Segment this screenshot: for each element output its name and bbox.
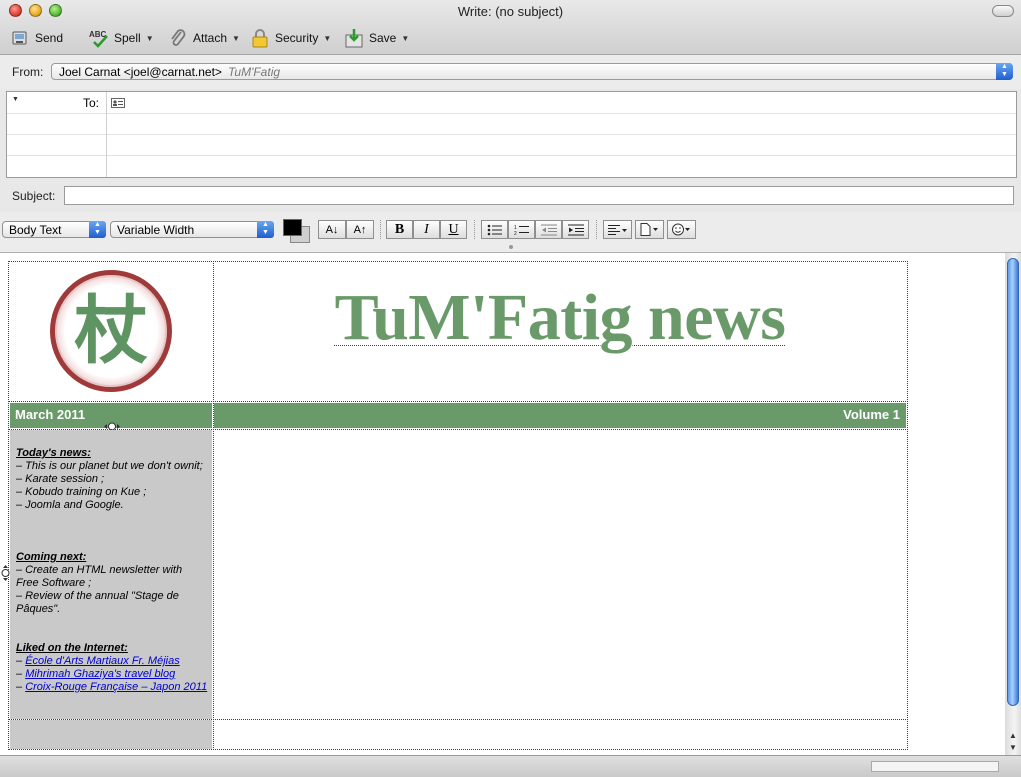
send-label: Send: [35, 31, 64, 45]
recipient-row[interactable]: [7, 113, 1016, 135]
liked-section: Liked on the Internet: – École d'Arts Ma…: [16, 642, 210, 694]
from-signature: TuM'Fatig: [227, 65, 281, 79]
news-item: – Joomla and Google.: [16, 499, 124, 511]
toolbar-toggle-button[interactable]: [992, 5, 1014, 17]
row-resize-handle[interactable]: [1, 565, 10, 581]
save-icon: [344, 28, 364, 48]
font-value: Variable Width: [117, 223, 195, 237]
window-title: Write: (no subject): [457, 4, 564, 19]
insert-document-icon: [640, 223, 658, 236]
column-resize-handle[interactable]: [103, 420, 121, 431]
font-select[interactable]: Variable Width ▲ ▼: [110, 221, 274, 238]
outdent-button[interactable]: [535, 220, 562, 239]
newsletter-title: TuM'Fatig news: [214, 280, 906, 356]
news-item: – This is our planet but we don't ownit;: [16, 460, 203, 472]
subject-input[interactable]: [64, 186, 1014, 205]
recipient-divider: [106, 92, 107, 177]
paragraph-style-select[interactable]: Body Text ▲ ▼: [2, 221, 106, 238]
todays-news-section: Today's news: – This is our planet but w…: [16, 447, 206, 512]
coming-next-heading: Coming next:: [16, 551, 87, 563]
bold-button[interactable]: B: [386, 220, 413, 239]
liked-heading: Liked on the Internet:: [16, 642, 128, 654]
text-color-button[interactable]: [283, 219, 302, 236]
spell-button[interactable]: ABC Spell ▼: [89, 27, 154, 49]
news-item: – Karate session ;: [16, 473, 105, 485]
numbered-list-icon: 12: [514, 225, 529, 236]
main-content-cell[interactable]: [213, 429, 908, 720]
underline-button[interactable]: U: [440, 220, 467, 239]
scroll-up-arrow-icon[interactable]: ▲: [1005, 730, 1021, 742]
address-book-icon[interactable]: [111, 97, 125, 111]
smaller-font-button[interactable]: A↓: [318, 220, 346, 239]
lock-icon: [250, 28, 270, 48]
toolbar-separator: [474, 220, 476, 239]
italic-button[interactable]: I: [413, 220, 440, 239]
volume-cell[interactable]: [213, 401, 908, 430]
subject-label: Subject:: [12, 189, 56, 203]
toolbar-separator: [596, 220, 598, 239]
svg-text:2: 2: [514, 231, 517, 236]
smiley-icon: [671, 223, 690, 236]
toolbar-resize-handle[interactable]: [509, 245, 513, 249]
footer-right-cell[interactable]: [213, 719, 908, 750]
scroll-down-arrow-icon[interactable]: ▼: [1005, 742, 1021, 754]
larger-font-button[interactable]: A↑: [346, 220, 374, 239]
spell-label: Spell: [114, 31, 141, 45]
select-arrows-icon: ▲ ▼: [996, 63, 1013, 80]
attach-label: Attach: [193, 31, 228, 45]
coming-item: – Review of the annual "Stage de Pâques"…: [16, 590, 179, 615]
dojo-logo-image: 杖: [50, 270, 172, 392]
indent-icon: [567, 224, 584, 235]
news-item: – Kobudo training on Kue ;: [16, 486, 147, 498]
security-button[interactable]: Security ▼: [250, 27, 331, 49]
liked-link[interactable]: Croix-Rouge Française – Japon 2011: [25, 681, 207, 693]
coming-item: – Create an HTML newsletter with Free So…: [16, 564, 183, 589]
attach-dropdown-icon: ▼: [232, 33, 240, 43]
paperclip-icon: [168, 28, 188, 48]
window-titlebar: Write: (no subject) Send ABC Spell ▼ Att…: [0, 0, 1021, 55]
logo-character: 杖: [74, 288, 148, 374]
from-identity-select[interactable]: Joel Carnat <joel@carnat.net> TuM'Fatig ▲…: [51, 63, 1013, 80]
bullet-list-icon: [487, 224, 502, 235]
bullet-list-button[interactable]: [481, 220, 508, 239]
todays-news-heading: Today's news:: [16, 447, 91, 459]
outdent-icon: [540, 224, 557, 235]
spell-dropdown-icon: ▼: [145, 33, 154, 43]
select-arrows-icon: ▲ ▼: [257, 221, 274, 238]
attach-button[interactable]: Attach ▼: [168, 27, 240, 49]
send-button[interactable]: Send: [10, 27, 63, 49]
security-dropdown-icon: ▼: [323, 33, 332, 43]
recipient-type-dropdown-icon[interactable]: ▼: [12, 96, 19, 103]
save-label: Save: [369, 31, 397, 45]
recipient-type-label[interactable]: To:: [83, 96, 99, 110]
recipient-row[interactable]: [7, 134, 1016, 156]
liked-link[interactable]: Mihrimah Ghaziya's travel blog: [25, 668, 175, 680]
select-arrows-icon: ▲ ▼: [89, 221, 106, 238]
status-bar: [0, 755, 1021, 777]
liked-link[interactable]: École d'Arts Martiaux Fr. Méjias: [25, 655, 180, 667]
from-identity: Joel Carnat <joel@carnat.net>: [59, 65, 222, 79]
smiley-button[interactable]: [667, 220, 696, 239]
save-dropdown-icon: ▼: [401, 33, 410, 43]
paragraph-style-value: Body Text: [9, 223, 62, 237]
recipient-row[interactable]: [7, 155, 1016, 176]
security-label: Security: [275, 31, 319, 45]
numbered-list-button[interactable]: 12: [508, 220, 535, 239]
from-label: From:: [12, 65, 44, 79]
footer-left-cell[interactable]: [8, 719, 214, 750]
alignment-button[interactable]: [603, 220, 632, 239]
save-button[interactable]: Save ▼: [344, 27, 409, 49]
send-icon: [10, 28, 30, 48]
scrollbar-thumb[interactable]: [1007, 258, 1019, 706]
toolbar-separator: [380, 220, 382, 239]
progress-indicator: [871, 761, 999, 772]
spell-check-icon: ABC: [89, 28, 109, 48]
recipients-list[interactable]: ▼ To:: [6, 91, 1017, 178]
recipient-row[interactable]: ▼ To:: [7, 92, 1016, 114]
indent-button[interactable]: [562, 220, 589, 239]
align-left-icon: [607, 224, 627, 235]
newsletter-title-text: TuM'Fatig news: [334, 281, 786, 354]
insert-button[interactable]: [635, 220, 664, 239]
coming-next-section: Coming next: – Create an HTML newsletter…: [16, 551, 206, 616]
